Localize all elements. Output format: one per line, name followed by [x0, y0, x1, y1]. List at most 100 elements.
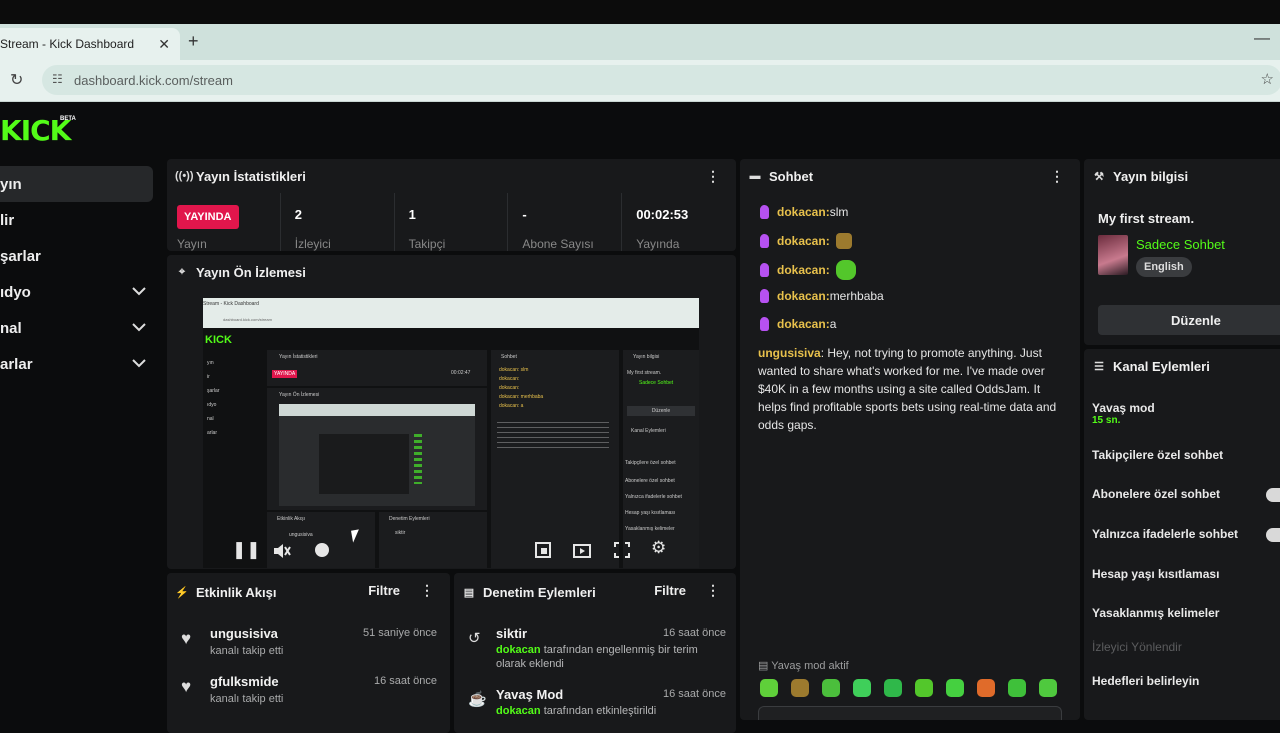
follower-name[interactable]: gfulksmide: [210, 674, 279, 689]
chat-username[interactable]: dokacan: [777, 317, 826, 331]
nested-chat-line: dokacan:: [499, 385, 520, 391]
sidebar-item-stream[interactable]: yın: [0, 166, 153, 202]
set-goals-setting[interactable]: Hedefleri belirleyin: [1092, 674, 1199, 688]
emote-icon[interactable]: [822, 679, 840, 697]
subscribers-only-toggle[interactable]: [1266, 488, 1280, 502]
nested-url: dashboard.kick.com/stream: [223, 317, 272, 322]
emotes-only-setting[interactable]: Yalnızca ifadelerle sohbet: [1092, 527, 1238, 541]
nested-nav-item: ir: [207, 374, 210, 380]
stat-label: Abone Sayısı: [522, 237, 594, 251]
followers-only-setting[interactable]: Takipçilere özel sohbet: [1092, 448, 1223, 462]
broadcast-icon: ((•)): [175, 170, 194, 182]
close-tab-icon[interactable]: ✕: [158, 36, 170, 53]
moderated-term: siktir: [496, 626, 528, 641]
moderator-name[interactable]: dokacan: [496, 644, 541, 656]
url-field[interactable]: ☷ dashboard.kick.com/stream: [42, 65, 1280, 95]
subscribers-only-setting[interactable]: Abonelere özel sohbet: [1092, 487, 1220, 501]
account-age-setting[interactable]: Hesap yaşı kısıtlaması: [1092, 567, 1219, 581]
site-settings-icon[interactable]: ☷: [52, 72, 63, 86]
follower-name[interactable]: ungusisiva: [210, 626, 278, 641]
emote-icon[interactable]: [835, 260, 856, 280]
emote-icon[interactable]: [946, 679, 964, 697]
mic-badge-icon: [760, 289, 769, 303]
timestamp: 16 saat önce: [663, 688, 726, 700]
emote-icon[interactable]: [915, 679, 933, 697]
picture-in-picture-icon[interactable]: [535, 542, 551, 558]
emote-icon[interactable]: [835, 233, 852, 249]
theatre-mode-icon[interactable]: [573, 542, 591, 558]
sidebar-item-income[interactable]: lir: [0, 202, 153, 238]
kebab-menu-icon[interactable]: ⋮: [1050, 168, 1064, 185]
banned-words-setting[interactable]: Yasaklanmış kelimeler: [1092, 606, 1219, 620]
panel-title: Denetim Eylemleri: [483, 584, 596, 600]
channel-actions-panel: ☰ Kanal Eylemleri Yavaş mod 15 sn. Takip…: [1084, 349, 1280, 720]
kebab-menu-icon[interactable]: ⋮: [420, 582, 434, 599]
nested-kick-logo: KICK: [205, 334, 232, 346]
chevron-down-icon[interactable]: [131, 283, 147, 299]
video-player[interactable]: Stream - Kick Dashboard dashboard.kick.c…: [203, 298, 699, 568]
chevron-down-icon[interactable]: [131, 319, 147, 335]
chat-username[interactable]: ungusisiva: [758, 346, 821, 360]
mic-badge-icon: [760, 317, 769, 331]
chat-message: dokacan: slm: [760, 205, 848, 219]
browser-tab[interactable]: Stream - Kick Dashboard ✕: [0, 28, 180, 60]
chat-username[interactable]: dokacan: [777, 234, 826, 248]
kebab-menu-icon[interactable]: ⋮: [706, 582, 720, 599]
kebab-menu-icon[interactable]: ⋮: [706, 168, 720, 185]
nested-channel-actions: Kanal Eylemleri: [631, 428, 666, 434]
chat-input[interactable]: [758, 706, 1062, 720]
filter-button[interactable]: Filtre: [368, 583, 400, 598]
chat-separator: :: [825, 234, 830, 248]
sidebar-item-settings[interactable]: arlar: [0, 346, 153, 382]
panel-title: Yayın Ön İzlemesi: [196, 264, 306, 280]
edit-button[interactable]: Düzenle: [1098, 305, 1280, 335]
emote-icon[interactable]: [853, 679, 871, 697]
emote-icon[interactable]: [1039, 679, 1057, 697]
nested-banned-words: Yasaklanmış kelimeler: [625, 526, 675, 532]
nested-stream-name: My first stream.: [627, 370, 662, 376]
snail-icon: ☕: [468, 691, 487, 708]
volume-slider-handle[interactable]: [315, 543, 329, 557]
nested-subs-only: Abonelere özel sohbet: [625, 478, 675, 484]
panel-header: ⚒ Yayın bilgisi: [1084, 159, 1280, 193]
sidebar-item-label: yın: [0, 175, 22, 193]
filter-button[interactable]: Filtre: [654, 583, 686, 598]
sidebar-item-channel[interactable]: nal: [0, 310, 153, 346]
reload-icon[interactable]: ↻: [10, 70, 23, 90]
sidebar-item-label: nal: [0, 319, 22, 337]
mic-badge-icon: [760, 205, 769, 219]
sidebar-item-label: şarlar: [0, 247, 41, 265]
chat-username[interactable]: dokacan: [777, 289, 826, 303]
emote-icon[interactable]: [760, 679, 778, 697]
chat-separator: :: [825, 263, 830, 277]
chat-bubble-icon: ▬: [749, 170, 761, 182]
emote-icon[interactable]: [791, 679, 809, 697]
chat-username[interactable]: dokacan: [777, 263, 826, 277]
category-link[interactable]: Sadece Sohbet: [1136, 237, 1225, 252]
document-icon: ▤: [463, 586, 475, 599]
nested-moderation-panel: Denetim Eylemleri siktir: [379, 512, 487, 568]
stream-info-panel: ⚒ Yayın bilgisi My first stream. Sadece …: [1084, 159, 1280, 345]
settings-gear-icon[interactable]: ⚙: [651, 538, 666, 558]
emote-icon[interactable]: [977, 679, 995, 697]
moderation-action-name: Yavaş Mod: [496, 687, 564, 702]
undo-icon[interactable]: ↺: [468, 629, 481, 647]
stat-value: 00:02:53: [636, 207, 689, 222]
chevron-down-icon[interactable]: [131, 355, 147, 371]
emote-icon[interactable]: [884, 679, 902, 697]
moderator-name[interactable]: dokacan: [496, 705, 541, 717]
fullscreen-icon[interactable]: [614, 542, 630, 558]
slow-mode-setting[interactable]: Yavaş mod: [1092, 401, 1155, 415]
minimize-icon[interactable]: —: [1254, 30, 1270, 48]
nested-sidebar: yın ir şarlar ıdyo nal arlar: [207, 356, 257, 440]
mute-icon[interactable]: [273, 543, 291, 559]
sidebar-item-achievements[interactable]: şarlar: [0, 238, 153, 274]
slow-mode-text: Yavaş mod aktif: [771, 660, 849, 672]
pause-icon[interactable]: ❚❚: [232, 540, 261, 560]
sidebar-item-studio[interactable]: ıdyo: [0, 274, 153, 310]
chat-username[interactable]: dokacan: [777, 205, 826, 219]
emotes-only-toggle[interactable]: [1266, 528, 1280, 542]
emote-icon[interactable]: [1008, 679, 1026, 697]
bookmark-star-icon[interactable]: ☆: [1261, 70, 1274, 88]
new-tab-icon[interactable]: +: [188, 31, 199, 52]
